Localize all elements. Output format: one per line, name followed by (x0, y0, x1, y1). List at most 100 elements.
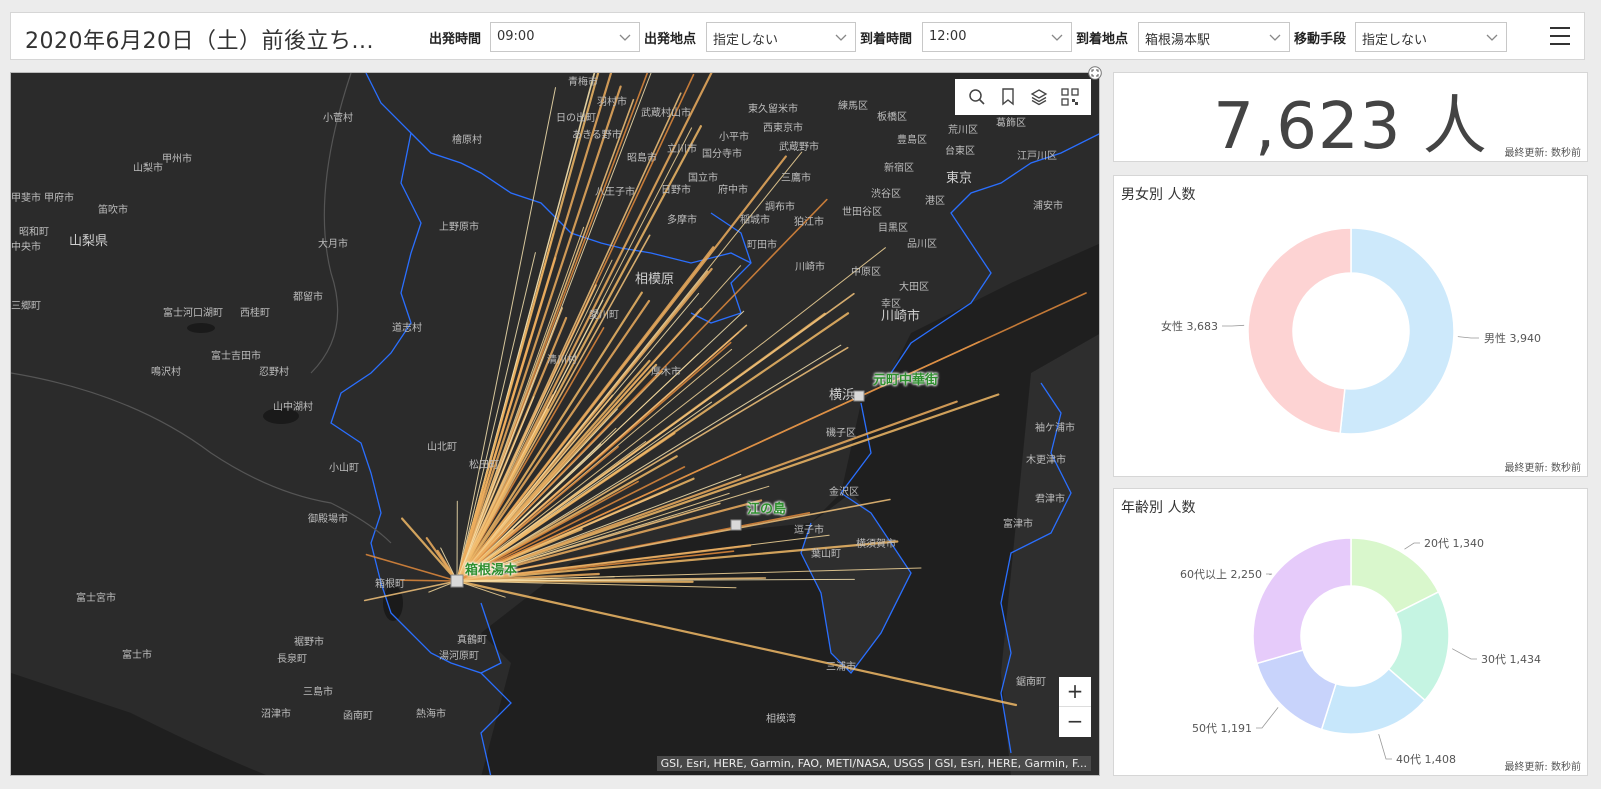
map-place-label: 相模原 (635, 272, 675, 287)
map-place-label: 豊島区 (897, 135, 927, 146)
arrival-time-label: 到着時間 (860, 32, 913, 47)
donut-slice[interactable] (1255, 649, 1337, 731)
donut-slice[interactable] (1252, 537, 1352, 665)
map-place-label: 町田市 (747, 240, 777, 251)
flow-line (455, 73, 613, 583)
map-place-label: 金沢区 (829, 487, 859, 498)
map-place-label: 西東京市 (763, 123, 803, 134)
slice-leader-line (1404, 542, 1420, 550)
dashboard: 2020年6月20日（土）前後立ち... 出発時間 09:00 出発地点 指定し… (0, 0, 1601, 789)
slice-leader-line (1256, 707, 1279, 729)
map-place-label: 世田谷区 (842, 207, 882, 218)
map-place-label: 日の出町 (556, 113, 596, 124)
gender-donut-chart[interactable]: 男性 3,940 女性 3,683 (1114, 176, 1589, 478)
chevron-down-icon (619, 34, 631, 41)
map-place-label: 小平市 (719, 132, 749, 143)
map-place-label: 葉山町 (811, 549, 841, 560)
last-updated: 最終更新: 数秒前 (1504, 762, 1581, 773)
departure-time-label: 出発時間 (429, 32, 482, 47)
map-place-label: 山北町 (427, 442, 457, 453)
map-place-label: 昭島市 (627, 153, 657, 164)
map-place-label: 目黒区 (878, 223, 908, 234)
qr-code-icon[interactable] (1059, 86, 1081, 108)
transport-label: 移動手段 (1294, 32, 1347, 47)
donut-slice[interactable] (1339, 227, 1455, 435)
map-place-label: 忍野村 (259, 367, 289, 378)
chevron-down-icon (1486, 34, 1498, 41)
bookmark-icon[interactable] (997, 86, 1019, 108)
chevron-down-icon (1051, 34, 1063, 41)
map-place-label: 青梅市 (568, 77, 598, 88)
map-place-label: 甲斐市 (11, 193, 41, 204)
slice-label: 男性 3,940 (1484, 331, 1541, 345)
map-place-label: 袖ケ浦市 (1035, 423, 1075, 434)
map-view[interactable]: 青梅市 羽村市 武蔵村山市 東久留米市 練馬区 板橋区 荒川区 葛飾区 日の出町 あきる野市 立川市… (10, 72, 1100, 776)
arrival-place-label: 到着地点 (1076, 32, 1129, 47)
age-donut-chart[interactable]: 20代 1,340 30代 1,434 40代 1,408 50代 1,191 60代以… (1114, 489, 1589, 777)
map-place-label: 道志村 (392, 323, 422, 334)
slice-label: 50代 1,191 (1192, 722, 1252, 735)
map-place-label: 横浜 (829, 388, 856, 403)
departure-time-value: 09:00 (497, 29, 535, 44)
map-place-label: 稲城市 (740, 215, 770, 226)
map-place-label: 山梨市 (133, 163, 163, 174)
map-place-label: 笛吹市 (98, 205, 128, 216)
transport-value: 指定しない (1362, 33, 1428, 48)
arrival-place-select[interactable]: 箱根湯本駅 (1138, 22, 1290, 52)
map-place-label: 甲府市 (44, 193, 74, 204)
departure-time-select[interactable]: 09:00 (490, 22, 640, 52)
map-place-label: 函南町 (343, 711, 373, 722)
dashboard-title: 2020年6月20日（土）前後立ち... (25, 29, 374, 54)
map-place-label: 逗子市 (794, 525, 824, 536)
map-place-label: 三鷹市 (781, 173, 811, 184)
map-place-label: 狛江市 (794, 217, 824, 228)
slice-label: 60代以上 2,250 (1180, 568, 1262, 581)
map-place-label: 江戸川区 (1017, 151, 1057, 162)
map-place-label: 裾野市 (294, 637, 324, 648)
zoom-in-button[interactable]: + (1059, 677, 1091, 707)
menu-icon[interactable] (1550, 27, 1570, 45)
zoom-out-button[interactable]: − (1059, 707, 1091, 737)
map-place-label: 葛飾区 (996, 118, 1026, 129)
map-place-label: 国分寺市 (702, 149, 742, 160)
map-place-label: 武蔵野市 (779, 142, 819, 153)
transport-select[interactable]: 指定しない (1355, 22, 1507, 52)
map-place-label: 甲州市 (162, 154, 192, 165)
map-place-label: 横須賀市 (856, 539, 896, 550)
map-place-label: 新宿区 (884, 163, 914, 174)
map-place-label: 富津市 (1003, 519, 1033, 530)
age-chart-panel: 年齢別 人数 20代 1,340 30代 1,434 40代 1,408 50代 1,… (1113, 488, 1588, 776)
map-place-label: 羽村市 (597, 97, 627, 108)
map-place-label: 長泉町 (277, 654, 307, 665)
slice-label: 女性 3,683 (1161, 319, 1218, 333)
map-place-label: 三浦市 (826, 662, 856, 673)
search-icon[interactable] (966, 86, 988, 108)
map-place-label: 檜原村 (452, 135, 482, 146)
map-place-label: 三島市 (303, 687, 333, 698)
departure-place-select[interactable]: 指定しない (706, 22, 856, 52)
map-place-label: 富士市 (122, 650, 152, 661)
slice-label: 20代 1,340 (1424, 537, 1484, 550)
map-place-label: 府中市 (718, 185, 748, 196)
map-place-label: 中原区 (851, 267, 881, 278)
donut-slice[interactable] (1247, 227, 1352, 435)
arrival-time-select[interactable]: 12:00 (922, 22, 1072, 52)
map-place-label: 昭和町 (19, 227, 49, 238)
map-place-label: 湯河原町 (439, 651, 479, 662)
slice-leader-line (1457, 336, 1479, 339)
map-place-label: 山中湖村 (273, 402, 313, 413)
departure-place-value: 指定しない (713, 33, 779, 48)
flow-line (400, 579, 458, 582)
map-place-label: 山梨県 (69, 234, 109, 249)
map-place-label: 愛川町 (589, 310, 619, 321)
expand-icon[interactable] (1088, 66, 1102, 80)
map-place-label: 東京 (946, 171, 973, 186)
map-place-label: 立川市 (667, 144, 697, 155)
map-place-label: あきる野市 (572, 130, 622, 141)
map-place-label: 板橋区 (877, 112, 907, 123)
map-basemap (11, 73, 1099, 775)
layers-icon[interactable] (1028, 86, 1050, 108)
map-place-label: 八王子市 (595, 187, 635, 198)
map-poi-label: 江の島 (747, 502, 787, 517)
slice-leader-line (1266, 573, 1273, 576)
